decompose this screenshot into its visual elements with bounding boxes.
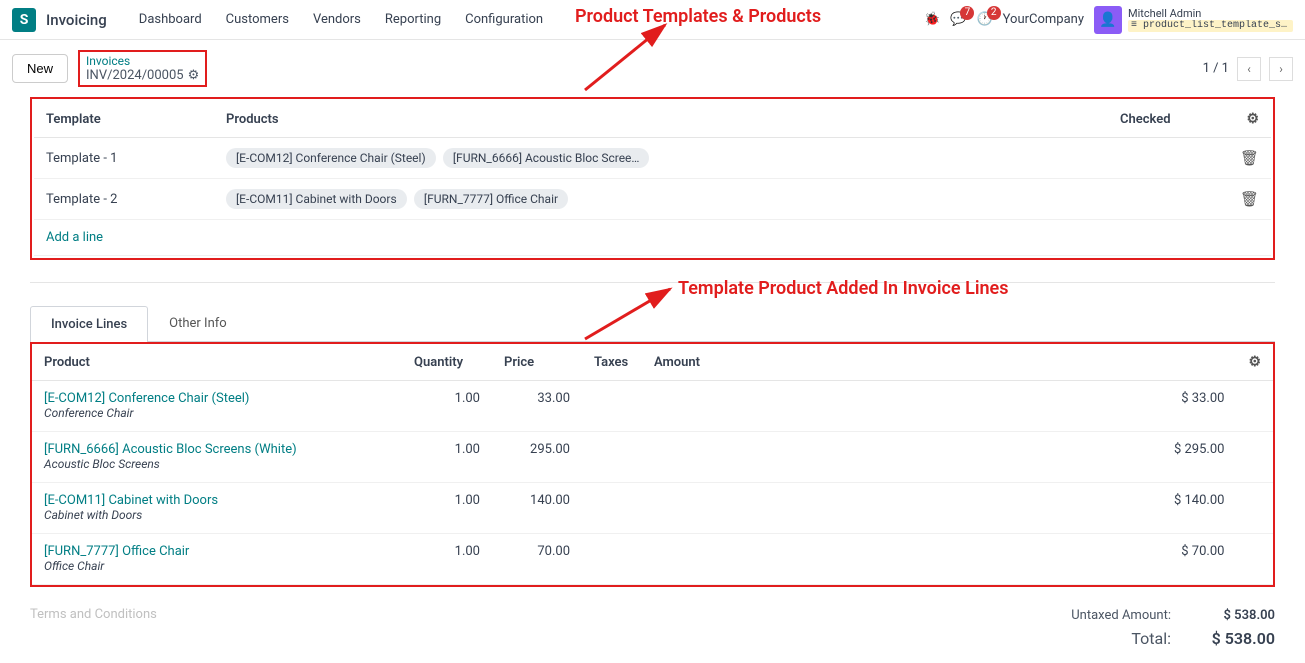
product-description: Office Chair	[44, 559, 104, 573]
product-description: Acoustic Bloc Screens	[44, 457, 160, 471]
sliders-icon[interactable]: ⚙	[1246, 111, 1259, 127]
line-qty: 1.00	[402, 381, 492, 432]
pager-prev[interactable]: ‹	[1237, 57, 1261, 81]
pager-text: 1 / 1	[1203, 61, 1229, 76]
line-qty: 1.00	[402, 534, 492, 585]
add-line-link[interactable]: Add a line	[46, 230, 103, 245]
company-name[interactable]: YourCompany	[1003, 12, 1084, 27]
product-link[interactable]: [E-COM12] Conference Chair (Steel)	[44, 391, 390, 406]
line-taxes	[582, 483, 642, 534]
col-product: Product	[32, 344, 402, 381]
breadcrumb-highlight: Invoices INV/2024/00005 ⚙	[78, 50, 207, 87]
chat-badge: 7	[960, 6, 974, 20]
breadcrumb-parent[interactable]: Invoices	[86, 54, 199, 68]
nav-reporting[interactable]: Reporting	[373, 12, 453, 27]
col-template: Template	[34, 101, 214, 138]
new-button[interactable]: New	[12, 54, 68, 83]
line-price: 295.00	[492, 432, 582, 483]
nav-dashboard[interactable]: Dashboard	[127, 12, 214, 27]
col-checked: Checked	[1108, 101, 1228, 138]
col-products: Products	[214, 101, 1108, 138]
line-taxes	[582, 381, 642, 432]
line-amount: $ 140.00	[642, 483, 1236, 534]
line-qty: 1.00	[402, 483, 492, 534]
line-amount: $ 33.00	[642, 381, 1236, 432]
user-menu[interactable]: 👤 Mitchell Admin ≡ product_list_template…	[1094, 6, 1293, 34]
col-amount: Amount	[642, 344, 1236, 381]
breadcrumb-current: INV/2024/00005 ⚙	[86, 68, 199, 83]
line-price: 140.00	[492, 483, 582, 534]
totals: Untaxed Amount: $ 538.00 Total: $ 538.00	[995, 593, 1275, 663]
invoice-line-row[interactable]: [FURN_7777] Office ChairOffice Chair 1.00…	[32, 534, 1273, 585]
db-name: ≡ product_list_template_sa…	[1128, 20, 1293, 32]
activity-badge: 2	[987, 6, 1001, 20]
tab-invoice-lines[interactable]: Invoice Lines	[30, 306, 148, 342]
product-chip[interactable]: [E-COM12] Conference Chair (Steel)	[226, 148, 436, 168]
product-chip[interactable]: [FURN_7777] Office Chair	[414, 189, 568, 209]
nav-vendors[interactable]: Vendors	[301, 12, 373, 27]
product-chip[interactable]: [FURN_6666] Acoustic Bloc Scree…	[443, 148, 650, 168]
total-amount: $ 538.00	[1195, 629, 1275, 648]
product-chip[interactable]: [E-COM11] Cabinet with Doors	[226, 189, 407, 209]
trash-icon[interactable]: 🗑	[1240, 149, 1259, 167]
user-name: Mitchell Admin	[1128, 8, 1293, 20]
breadcrumb-row: New Invoices INV/2024/00005 ⚙ 1 / 1 ‹ ›	[0, 40, 1305, 97]
product-link[interactable]: [FURN_6666] Acoustic Bloc Screens (White…	[44, 442, 390, 457]
col-taxes: Taxes	[582, 344, 642, 381]
tabs: Invoice Lines Other Info	[30, 305, 1275, 342]
app-name[interactable]: Invoicing	[46, 11, 107, 29]
invoice-lines-section: Product Quantity Price Taxes Amount ⚙ [E…	[30, 342, 1275, 587]
untaxed-amount: $ 538.00	[1195, 608, 1275, 623]
templates-section: Template Products Checked ⚙ Template - 1…	[30, 97, 1275, 260]
pager-next[interactable]: ›	[1269, 57, 1293, 81]
total-label: Total:	[1131, 629, 1171, 648]
chat-icon[interactable]: 💬7	[950, 12, 966, 27]
terms-conditions[interactable]: Terms and Conditions	[30, 587, 157, 642]
product-link[interactable]: [FURN_7777] Office Chair	[44, 544, 390, 559]
line-taxes	[582, 534, 642, 585]
tab-other-info[interactable]: Other Info	[148, 305, 248, 341]
line-amount: $ 70.00	[642, 534, 1236, 585]
template-name: Template - 2	[34, 179, 214, 220]
template-name: Template - 1	[34, 138, 214, 179]
untaxed-label: Untaxed Amount:	[1071, 608, 1171, 623]
trash-icon[interactable]: 🗑	[1240, 190, 1259, 208]
bug-icon[interactable]: 🐞	[924, 12, 940, 27]
app-logo[interactable]: S	[12, 8, 36, 32]
sliders-icon[interactable]: ⚙	[1248, 354, 1261, 370]
invoice-line-row[interactable]: [E-COM12] Conference Chair (Steel)Confer…	[32, 381, 1273, 432]
line-qty: 1.00	[402, 432, 492, 483]
invoice-line-row[interactable]: [E-COM11] Cabinet with DoorsCabinet with…	[32, 483, 1273, 534]
product-description: Cabinet with Doors	[44, 508, 142, 522]
activity-icon[interactable]: 🕐2	[976, 12, 992, 27]
gear-icon[interactable]: ⚙	[188, 68, 200, 83]
col-price: Price	[492, 344, 582, 381]
line-amount: $ 295.00	[642, 432, 1236, 483]
template-row[interactable]: Template - 1 [E-COM12] Conference Chair …	[34, 138, 1271, 179]
navbar: S Invoicing Dashboard Customers Vendors …	[0, 0, 1305, 40]
nav-customers[interactable]: Customers	[214, 12, 301, 27]
line-taxes	[582, 432, 642, 483]
col-quantity: Quantity	[402, 344, 492, 381]
line-price: 70.00	[492, 534, 582, 585]
template-row[interactable]: Template - 2 [E-COM11] Cabinet with Door…	[34, 179, 1271, 220]
product-description: Conference Chair	[44, 406, 133, 420]
nav-configuration[interactable]: Configuration	[453, 12, 555, 27]
avatar: 👤	[1094, 6, 1122, 34]
line-price: 33.00	[492, 381, 582, 432]
invoice-line-row[interactable]: [FURN_6666] Acoustic Bloc Screens (White…	[32, 432, 1273, 483]
product-link[interactable]: [E-COM11] Cabinet with Doors	[44, 493, 390, 508]
